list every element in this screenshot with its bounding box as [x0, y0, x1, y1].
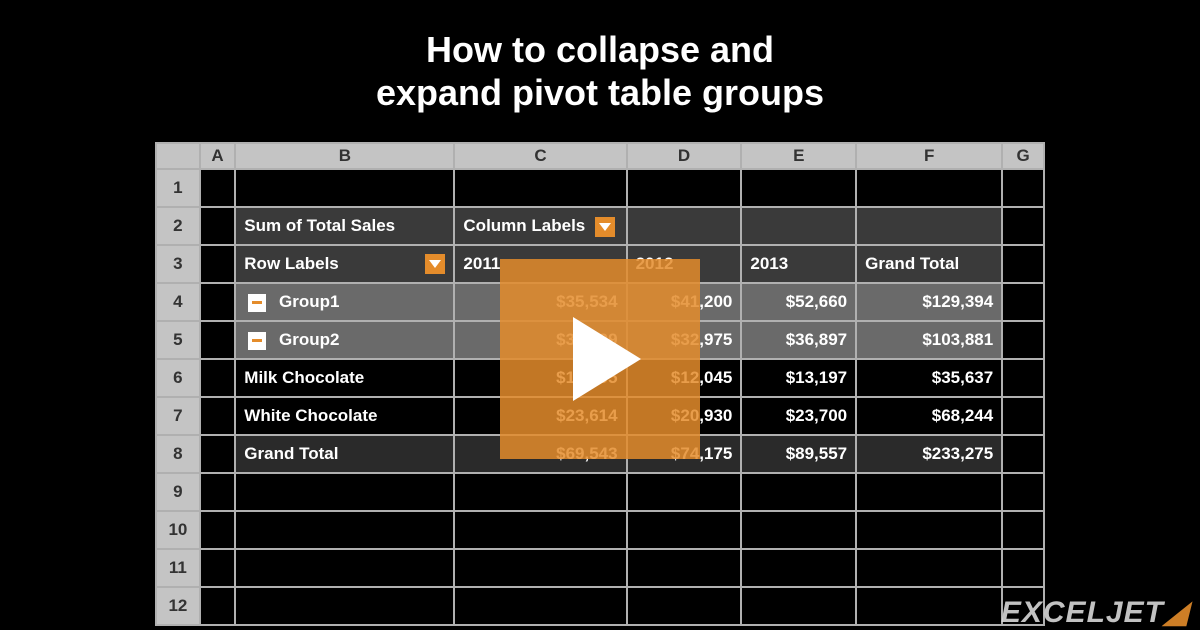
- cell[interactable]: [741, 169, 856, 207]
- year-header-2013[interactable]: 2013: [741, 245, 856, 283]
- white-chocolate-label[interactable]: White Chocolate: [235, 397, 454, 435]
- cell[interactable]: [1002, 473, 1044, 511]
- cell[interactable]: [200, 245, 235, 283]
- column-labels-cell[interactable]: Column Labels: [454, 207, 626, 245]
- cell[interactable]: [454, 473, 626, 511]
- cell[interactable]: [454, 587, 626, 625]
- row-header-6[interactable]: 6: [156, 359, 200, 397]
- cell[interactable]: [1002, 207, 1044, 245]
- row-header-1[interactable]: 1: [156, 169, 200, 207]
- cell[interactable]: [741, 207, 856, 245]
- cell[interactable]: [856, 169, 1002, 207]
- cell[interactable]: [627, 549, 742, 587]
- column-header-C[interactable]: C: [454, 143, 626, 169]
- cell[interactable]: [1002, 549, 1044, 587]
- cell[interactable]: [200, 359, 235, 397]
- cell[interactable]: [200, 549, 235, 587]
- milk-chocolate-2013[interactable]: $13,197: [741, 359, 856, 397]
- cell[interactable]: [200, 473, 235, 511]
- cell[interactable]: [200, 397, 235, 435]
- cell[interactable]: [1002, 511, 1044, 549]
- group1-2013[interactable]: $52,660: [741, 283, 856, 321]
- row-header-5[interactable]: 5: [156, 321, 200, 359]
- cell[interactable]: [1002, 169, 1044, 207]
- group2-label[interactable]: Group2: [235, 321, 454, 359]
- grand-total-2013[interactable]: $89,557: [741, 435, 856, 473]
- column-header-F[interactable]: F: [856, 143, 1002, 169]
- cell[interactable]: [627, 587, 742, 625]
- cell[interactable]: [1002, 359, 1044, 397]
- cell[interactable]: [200, 169, 235, 207]
- column-header-D[interactable]: D: [627, 143, 742, 169]
- cell[interactable]: [627, 511, 742, 549]
- sum-of-total-sales-label[interactable]: Sum of Total Sales: [235, 207, 454, 245]
- grand-total-label[interactable]: Grand Total: [235, 435, 454, 473]
- cell[interactable]: [235, 549, 454, 587]
- row-header-2[interactable]: 2: [156, 207, 200, 245]
- cell[interactable]: [235, 473, 454, 511]
- play-button[interactable]: [500, 259, 700, 459]
- logo-icon: ◢: [1164, 596, 1188, 629]
- column-header-E[interactable]: E: [741, 143, 856, 169]
- cell[interactable]: [856, 207, 1002, 245]
- cell[interactable]: [856, 587, 1002, 625]
- cell[interactable]: [741, 549, 856, 587]
- group2-2013[interactable]: $36,897: [741, 321, 856, 359]
- milk-chocolate-total[interactable]: $35,637: [856, 359, 1002, 397]
- cell[interactable]: [1002, 397, 1044, 435]
- cell[interactable]: [627, 473, 742, 511]
- milk-chocolate-label[interactable]: Milk Chocolate: [235, 359, 454, 397]
- page-title: How to collapse and expand pivot table g…: [0, 0, 1200, 114]
- cell[interactable]: [454, 169, 626, 207]
- row-header-3[interactable]: 3: [156, 245, 200, 283]
- grand-total-header[interactable]: Grand Total: [856, 245, 1002, 283]
- cell[interactable]: [856, 549, 1002, 587]
- cell[interactable]: [235, 511, 454, 549]
- cell[interactable]: [627, 207, 742, 245]
- column-header-B[interactable]: B: [235, 143, 454, 169]
- cell[interactable]: [200, 435, 235, 473]
- column-header-A[interactable]: A: [200, 143, 235, 169]
- cell[interactable]: [741, 587, 856, 625]
- row-header-4[interactable]: 4: [156, 283, 200, 321]
- group2-total[interactable]: $103,881: [856, 321, 1002, 359]
- cell[interactable]: [741, 473, 856, 511]
- cell[interactable]: [856, 473, 1002, 511]
- watermark-logo: EXCELJET◢: [1001, 595, 1188, 630]
- collapse-icon[interactable]: [248, 332, 266, 350]
- row-labels-dropdown-icon[interactable]: [425, 254, 445, 274]
- cell[interactable]: [1002, 435, 1044, 473]
- cell[interactable]: [741, 511, 856, 549]
- cell[interactable]: [200, 511, 235, 549]
- cell[interactable]: [1002, 321, 1044, 359]
- group1-label[interactable]: Group1: [235, 283, 454, 321]
- grand-total-total[interactable]: $233,275: [856, 435, 1002, 473]
- cell[interactable]: [1002, 283, 1044, 321]
- cell[interactable]: [454, 511, 626, 549]
- cell[interactable]: [200, 587, 235, 625]
- cell[interactable]: [200, 283, 235, 321]
- row-header-10[interactable]: 10: [156, 511, 200, 549]
- cell[interactable]: [454, 549, 626, 587]
- white-chocolate-2013[interactable]: $23,700: [741, 397, 856, 435]
- cell[interactable]: [235, 587, 454, 625]
- cell[interactable]: [627, 169, 742, 207]
- group1-total[interactable]: $129,394: [856, 283, 1002, 321]
- white-chocolate-total[interactable]: $68,244: [856, 397, 1002, 435]
- row-header-7[interactable]: 7: [156, 397, 200, 435]
- cell[interactable]: [856, 511, 1002, 549]
- cell[interactable]: [1002, 245, 1044, 283]
- row-labels-cell[interactable]: Row Labels: [235, 245, 454, 283]
- row-header-11[interactable]: 11: [156, 549, 200, 587]
- collapse-icon[interactable]: [248, 294, 266, 312]
- row-header-8[interactable]: 8: [156, 435, 200, 473]
- cell[interactable]: [235, 169, 454, 207]
- row-header-12[interactable]: 12: [156, 587, 200, 625]
- select-all-corner[interactable]: [156, 143, 200, 169]
- column-header-G[interactable]: G: [1002, 143, 1044, 169]
- row-header-9[interactable]: 9: [156, 473, 200, 511]
- cell[interactable]: [200, 207, 235, 245]
- column-labels-dropdown-icon[interactable]: [595, 217, 615, 237]
- cell[interactable]: [200, 321, 235, 359]
